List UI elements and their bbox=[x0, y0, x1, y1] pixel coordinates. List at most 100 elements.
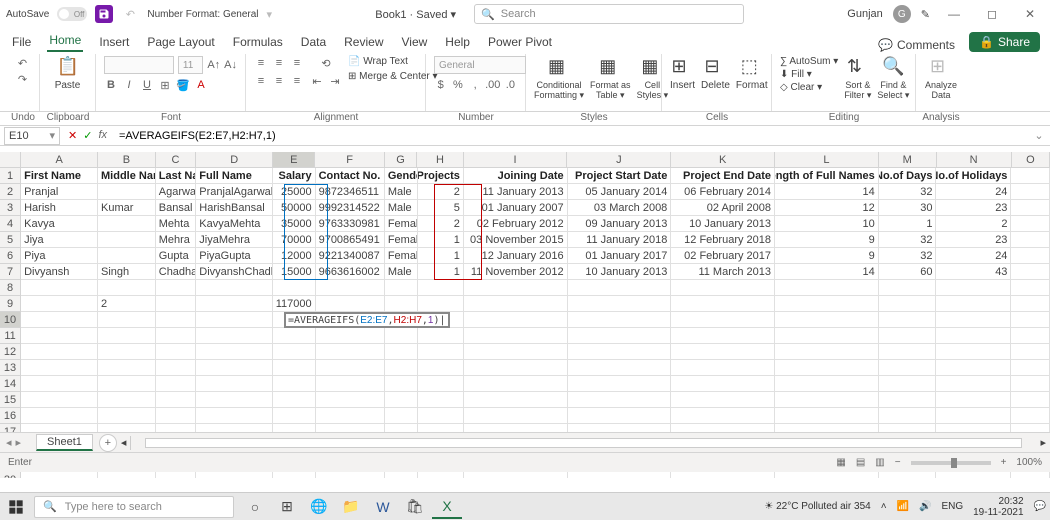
tab-insert[interactable]: Insert bbox=[97, 32, 131, 52]
format-table-label[interactable]: Format asTable ▾ bbox=[590, 80, 631, 101]
cell-A15[interactable] bbox=[21, 392, 98, 408]
tab-file[interactable]: File bbox=[10, 32, 33, 52]
cell-O20[interactable] bbox=[1011, 472, 1050, 478]
cell-A4[interactable]: Kavya bbox=[21, 216, 98, 232]
col-header-E[interactable]: E bbox=[273, 152, 315, 168]
cell-J5[interactable]: 11 January 2018 bbox=[568, 232, 672, 248]
cell-I4[interactable]: 02 February 2012 bbox=[464, 216, 568, 232]
tab-power-pivot[interactable]: Power Pivot bbox=[486, 32, 554, 52]
view-break-icon[interactable]: ▥ bbox=[875, 457, 884, 468]
sheet-nav-next-icon[interactable]: ▸ bbox=[16, 436, 22, 449]
cell-D2[interactable]: PranjalAgarwal bbox=[196, 184, 273, 200]
format-cells-label[interactable]: Format bbox=[736, 80, 768, 91]
row-header-6[interactable]: 6 bbox=[0, 248, 21, 264]
cell-J1[interactable]: Project Start Date bbox=[568, 168, 672, 184]
col-header-A[interactable]: A bbox=[21, 152, 98, 168]
cell-D8[interactable] bbox=[196, 280, 273, 296]
cell-M20[interactable] bbox=[879, 472, 937, 478]
spreadsheet-grid[interactable]: ABCDEFGHIJKLMNO1First NameMiddle NameLas… bbox=[0, 152, 1050, 478]
col-header-C[interactable]: C bbox=[156, 152, 196, 168]
cell-G16[interactable] bbox=[385, 408, 418, 424]
cell-F8[interactable] bbox=[316, 280, 385, 296]
cell-A12[interactable] bbox=[21, 344, 98, 360]
cell-M2[interactable]: 32 bbox=[879, 184, 937, 200]
tray-notifications-icon[interactable]: 💬 bbox=[1034, 501, 1046, 512]
cell-G2[interactable]: Male bbox=[385, 184, 418, 200]
tray-clock[interactable]: 20:3219-11-2021 bbox=[973, 496, 1023, 518]
cell-L9[interactable] bbox=[775, 296, 879, 312]
cell-G13[interactable] bbox=[385, 360, 418, 376]
cell-N8[interactable] bbox=[936, 280, 1011, 296]
excel-icon[interactable]: X bbox=[432, 495, 462, 519]
analyze-data-icon[interactable]: ⊞ bbox=[930, 56, 952, 78]
cell-M3[interactable]: 30 bbox=[879, 200, 937, 216]
cond-format-icon[interactable]: ▦ bbox=[548, 56, 570, 78]
sheet-nav-prev-icon[interactable]: ◂ bbox=[6, 436, 12, 449]
explorer-icon[interactable]: 📁 bbox=[336, 495, 366, 519]
indent-dec-icon[interactable]: ⇤ bbox=[310, 74, 324, 88]
cell-D20[interactable] bbox=[196, 472, 273, 478]
font-color-icon[interactable]: A bbox=[194, 78, 208, 92]
cell-C10[interactable] bbox=[156, 312, 197, 328]
cell-L16[interactable] bbox=[775, 408, 879, 424]
zoom-out-icon[interactable]: − bbox=[895, 457, 901, 468]
autosum-button[interactable]: ∑ AutoSum ▾ bbox=[780, 56, 838, 67]
cell-G7[interactable]: Male bbox=[385, 264, 418, 280]
row-header-10[interactable]: 10 bbox=[0, 312, 21, 328]
autosave-toggle[interactable]: Off bbox=[57, 7, 87, 21]
view-normal-icon[interactable]: ▦ bbox=[836, 457, 845, 468]
tray-chevron-icon[interactable]: ˄ bbox=[881, 501, 887, 512]
cell-N12[interactable] bbox=[936, 344, 1011, 360]
row-header-13[interactable]: 13 bbox=[0, 360, 21, 376]
cell-M6[interactable]: 32 bbox=[879, 248, 937, 264]
cell-J13[interactable] bbox=[568, 360, 672, 376]
cell-D1[interactable]: Full Name bbox=[196, 168, 273, 184]
cell-K10[interactable] bbox=[671, 312, 775, 328]
col-header-J[interactable]: J bbox=[567, 152, 671, 168]
row-header-15[interactable]: 15 bbox=[0, 392, 21, 408]
italic-icon[interactable]: I bbox=[122, 78, 136, 92]
cell-M8[interactable] bbox=[879, 280, 937, 296]
paste-label[interactable]: Paste bbox=[55, 80, 81, 91]
cell-A9[interactable] bbox=[21, 296, 98, 312]
cell-M4[interactable]: 1 bbox=[879, 216, 937, 232]
weather-widget[interactable]: ☀ 22°C Polluted air 354 bbox=[764, 501, 870, 512]
tab-page-layout[interactable]: Page Layout bbox=[145, 32, 216, 52]
cell-O7[interactable] bbox=[1011, 264, 1050, 280]
cell-K16[interactable] bbox=[671, 408, 775, 424]
cell-O15[interactable] bbox=[1011, 392, 1050, 408]
row-header-20[interactable]: 20 bbox=[0, 472, 21, 478]
cell-N5[interactable]: 23 bbox=[936, 232, 1011, 248]
cell-L10[interactable] bbox=[775, 312, 879, 328]
cell-L5[interactable]: 9 bbox=[775, 232, 879, 248]
cell-K1[interactable]: Project End Date bbox=[671, 168, 775, 184]
cell-O2[interactable] bbox=[1011, 184, 1050, 200]
undo-icon[interactable]: ↶ bbox=[121, 5, 139, 23]
cell-O9[interactable] bbox=[1011, 296, 1050, 312]
percent-icon[interactable]: % bbox=[451, 78, 464, 92]
cell-H16[interactable] bbox=[418, 408, 464, 424]
cell-A8[interactable] bbox=[21, 280, 98, 296]
cell-C20[interactable] bbox=[156, 472, 197, 478]
row-header-3[interactable]: 3 bbox=[0, 200, 21, 216]
cell-H8[interactable] bbox=[418, 280, 464, 296]
cell-I20[interactable] bbox=[464, 472, 568, 478]
cell-K2[interactable]: 06 February 2014 bbox=[671, 184, 775, 200]
cell-H1[interactable]: Projects bbox=[418, 168, 464, 184]
cell-L12[interactable] bbox=[775, 344, 879, 360]
cell-I2[interactable]: 11 January 2013 bbox=[464, 184, 568, 200]
cell-K4[interactable]: 10 January 2013 bbox=[671, 216, 775, 232]
cell-H5[interactable]: 1 bbox=[418, 232, 464, 248]
word-icon[interactable]: W bbox=[368, 495, 398, 519]
cell-L3[interactable]: 12 bbox=[775, 200, 879, 216]
cell-C4[interactable]: Mehta bbox=[156, 216, 197, 232]
cell-K14[interactable] bbox=[671, 376, 775, 392]
cell-C8[interactable] bbox=[156, 280, 197, 296]
insert-cells-label[interactable]: Insert bbox=[670, 80, 695, 91]
cell-J16[interactable] bbox=[568, 408, 672, 424]
cell-M15[interactable] bbox=[879, 392, 937, 408]
cortana-icon[interactable]: ○ bbox=[240, 495, 270, 519]
cell-A11[interactable] bbox=[21, 328, 98, 344]
cell-G6[interactable]: Female bbox=[385, 248, 418, 264]
cell-F16[interactable] bbox=[316, 408, 385, 424]
